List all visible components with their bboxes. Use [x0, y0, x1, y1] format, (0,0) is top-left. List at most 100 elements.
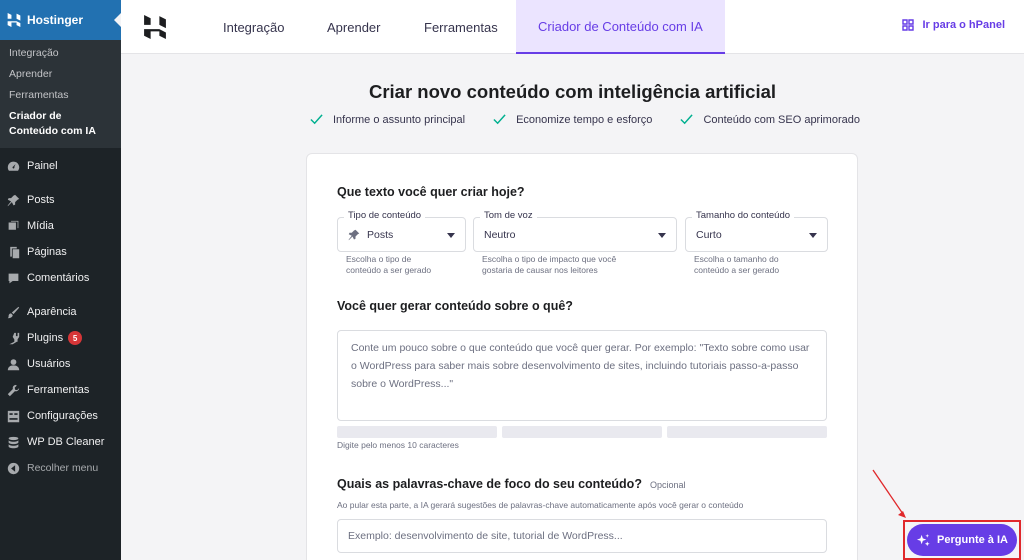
submenu-ferramentas[interactable]: Ferramentas [0, 85, 121, 106]
go-to-hpanel-link[interactable]: Ir para o hPanel [902, 19, 1005, 31]
sidebar-item-label: Plugins [27, 332, 64, 344]
sidebar-item-hostinger[interactable]: Hostinger [0, 0, 121, 40]
pages-icon [7, 246, 20, 259]
sidebar-item-posts[interactable]: Posts [0, 187, 121, 213]
benefit-label: Conteúdo com SEO aprimorado [703, 113, 860, 126]
length-progress-segment [337, 426, 497, 438]
sidebar-item-label: Configurações [27, 410, 98, 422]
ask-ai-label: Pergunte à IA [937, 534, 1008, 546]
wrench-icon [7, 384, 20, 397]
submenu-aprender[interactable]: Aprender [0, 64, 121, 85]
comment-icon [7, 272, 20, 285]
section-what-text-title: Que texto você quer criar hoje? [337, 185, 525, 199]
section-topic-title: Você quer gerar conteúdo sobre o quê? [337, 299, 573, 313]
benefit-label: Economize tempo e esforço [516, 113, 653, 126]
chevron-down-icon [447, 233, 455, 238]
hostinger-top-nav: Integração Aprender Ferramentas Criador … [121, 0, 1024, 54]
chevron-down-icon [809, 233, 817, 238]
content-type-label: Tipo de conteúdo [344, 210, 426, 221]
collapse-arrow-icon [7, 462, 20, 475]
content-type-help: Escolha o tipo de conteúdo a ser gerado [346, 254, 431, 276]
help-line: Escolha o tamanho do [694, 254, 779, 264]
chevron-down-icon [658, 233, 666, 238]
user-icon [7, 358, 20, 371]
ask-ai-button[interactable]: Pergunte à IA [907, 524, 1017, 556]
collapse-menu-button[interactable]: Recolher menu [0, 455, 121, 481]
content-type-select[interactable]: Tipo de conteúdo Posts [337, 210, 466, 252]
sidebar-item-label: Posts [27, 194, 55, 206]
tab-aprender[interactable]: Aprender [327, 0, 380, 54]
sidebar-item-label: Usuários [27, 358, 71, 370]
sidebar-item-label: WP DB Cleaner [27, 436, 105, 448]
length-select[interactable]: Tamanho do conteúdo Curto [685, 210, 828, 252]
length-label: Tamanho do conteúdo [692, 210, 795, 221]
collapse-menu-label: Recolher menu [27, 462, 99, 474]
length-help: Escolha o tamanho do conteúdo a ser gera… [694, 254, 779, 276]
sidebar-item-paginas[interactable]: Páginas [0, 239, 121, 265]
tab-integracao[interactable]: Integração [223, 0, 284, 54]
media-icon [7, 220, 20, 233]
check-icon [493, 114, 506, 125]
sidebar-item-label: Comentários [27, 272, 90, 284]
page-title: Criar novo conteúdo com inteligência art… [368, 81, 777, 102]
keywords-title-text: Quais as palavras-chave de foco do seu c… [337, 477, 642, 491]
pin-icon [348, 229, 360, 240]
help-line: gostaria de causar nos leitores [482, 265, 598, 275]
wp-admin-sidebar: Hostinger Integração Aprender Ferramenta… [0, 0, 121, 560]
hostinger-logo-icon[interactable] [144, 15, 166, 39]
sparkles-icon [916, 533, 930, 546]
tone-select[interactable]: Tom de voz Neutro [473, 210, 677, 252]
sidebar-item-label: Aparência [27, 306, 77, 318]
benefits-list: Informe o assunto principal Economize te… [310, 113, 888, 126]
benefit-item: Conteúdo com SEO aprimorado [680, 113, 860, 126]
sidebar-item-label: Páginas [27, 246, 67, 258]
plugin-icon [7, 332, 20, 345]
sidebar-item-usuarios[interactable]: Usuários [0, 351, 121, 377]
help-line: conteúdo a ser gerado [346, 265, 432, 275]
sidebar-item-label: Painel [27, 160, 58, 172]
tone-label: Tom de voz [480, 210, 537, 221]
database-icon [7, 436, 20, 449]
dashboard-icon [7, 160, 20, 173]
keywords-input[interactable]: Exemplo: desenvolvimento de site, tutori… [337, 519, 827, 553]
pin-icon [7, 194, 20, 207]
sidebar-item-aparencia[interactable]: Aparência [0, 299, 121, 325]
sidebar-item-configuracoes[interactable]: Configurações [0, 403, 121, 429]
benefit-item: Economize tempo e esforço [493, 113, 652, 126]
min-characters-hint: Digite pelo menos 10 caracteres [337, 440, 459, 450]
tone-help: Escolha o tipo de impacto que você gosta… [482, 254, 616, 276]
sidebar-item-plugins[interactable]: Plugins 5 [0, 325, 121, 351]
help-line: conteúdo a ser gerado [694, 265, 780, 275]
hostinger-logo-icon [7, 13, 21, 27]
sidebar-item-midia[interactable]: Mídia [0, 213, 121, 239]
topic-textarea[interactable]: Conte um pouco sobre o que conteúdo que … [337, 330, 827, 421]
submenu-criador-ia[interactable]: Criador de Conteúdo com IA [0, 106, 121, 142]
length-progress-segment [667, 426, 827, 438]
submenu-integracao[interactable]: Integração [0, 43, 121, 64]
check-icon [680, 114, 694, 125]
benefit-item: Informe o assunto principal [310, 113, 465, 126]
annotation-arrow-icon [872, 469, 906, 518]
benefit-label: Informe o assunto principal [333, 113, 466, 126]
length-value: Curto [696, 228, 722, 241]
hpanel-label: Ir para o hPanel [922, 19, 1005, 31]
tab-criador-ia[interactable]: Criador de Conteúdo com IA [516, 0, 725, 54]
tab-ferramentas[interactable]: Ferramentas [424, 0, 498, 54]
sidebar-item-label: Mídia [27, 220, 54, 232]
tone-value: Neutro [484, 228, 516, 241]
sidebar-item-ferramentas[interactable]: Ferramentas [0, 377, 121, 403]
grid-icon [902, 19, 915, 31]
help-line: Escolha o tipo de [346, 254, 412, 264]
sidebar-submenu: Integração Aprender Ferramentas Criador … [0, 40, 121, 148]
section-keywords-title: Quais as palavras-chave de foco do seu c… [337, 477, 685, 491]
brush-icon [7, 306, 20, 319]
sidebar-item-comentarios[interactable]: Comentários [0, 265, 121, 291]
optional-label: Opcional [649, 480, 686, 490]
sidebar-item-painel[interactable]: Painel [0, 153, 121, 179]
sidebar-item-wp-db-cleaner[interactable]: WP DB Cleaner [0, 429, 121, 455]
length-progress-segment [502, 426, 662, 438]
help-line: Escolha o tipo de impacto que você [482, 254, 617, 264]
sidebar-brand-label: Hostinger [27, 13, 84, 27]
settings-icon [7, 410, 20, 423]
plugins-update-badge: 5 [68, 331, 83, 345]
